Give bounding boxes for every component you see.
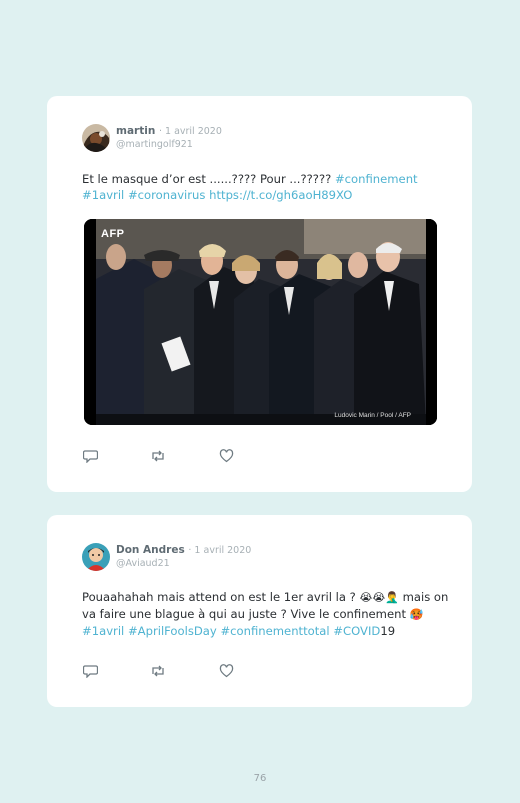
tweet-date: · 1 avril 2020 [158,126,222,137]
hashtag[interactable]: #confinementtotal [220,624,329,638]
like-icon[interactable] [219,448,234,467]
retweet-icon[interactable] [150,448,166,467]
retweet-icon[interactable] [150,663,166,682]
tweet-link[interactable]: https://t.co/gh6aoH89XO [209,188,352,202]
tweet-actions [82,448,243,464]
avatar[interactable] [82,543,110,571]
emoji-group: 😭😭🤦‍♂️ [359,591,399,604]
reply-icon[interactable] [82,448,99,467]
tweet-text: Pouaahahah mais attend on est le 1er avr… [82,589,454,639]
like-icon[interactable] [219,663,234,682]
avatar[interactable] [82,124,110,152]
tweet-text: Et le masque d’or est ......???? Pour ..… [82,171,454,203]
hashtag[interactable]: #AprilFoolsDay [128,624,217,638]
author-handle[interactable]: @martingolf921 [116,139,193,150]
hashtag[interactable]: #1avril [82,188,124,202]
text-segment: Et le masque d’or est ......???? Pour ..… [82,172,335,186]
author-name[interactable]: Don Andres [116,544,185,556]
author-row: Don Andres · 1 avril 2020 [116,544,251,556]
text-segment: 19 [380,624,396,638]
page-number: 76 [253,773,267,784]
tweet-actions [82,663,243,679]
reply-icon[interactable] [82,663,99,682]
text-segment: Pouaahahah mais attend on est le 1er avr… [82,590,360,604]
tweet-card: martin · 1 avril 2020 @martingolf921 Et … [47,96,472,492]
photo-credit: Ludovic Marin / Pool / AFP [334,412,411,419]
author-handle[interactable]: @Aviaud21 [116,558,170,569]
author-name[interactable]: martin [116,125,155,137]
tweet-date: · 1 avril 2020 [188,545,252,556]
hashtag[interactable]: #confinement [335,172,418,186]
author-row: martin · 1 avril 2020 [116,125,222,137]
hashtag[interactable]: #1avril [82,624,124,638]
emoji: 🥵 [409,608,424,621]
tweet-card: Don Andres · 1 avril 2020 @Aviaud21 Poua… [47,515,472,707]
hashtag[interactable]: #COVID [333,624,380,638]
tweet-photo[interactable]: AFP Ludovic Marin / Pool / AFP [84,219,437,425]
photo-watermark: AFP [101,228,125,240]
hashtag[interactable]: #coronavirus [128,188,205,202]
